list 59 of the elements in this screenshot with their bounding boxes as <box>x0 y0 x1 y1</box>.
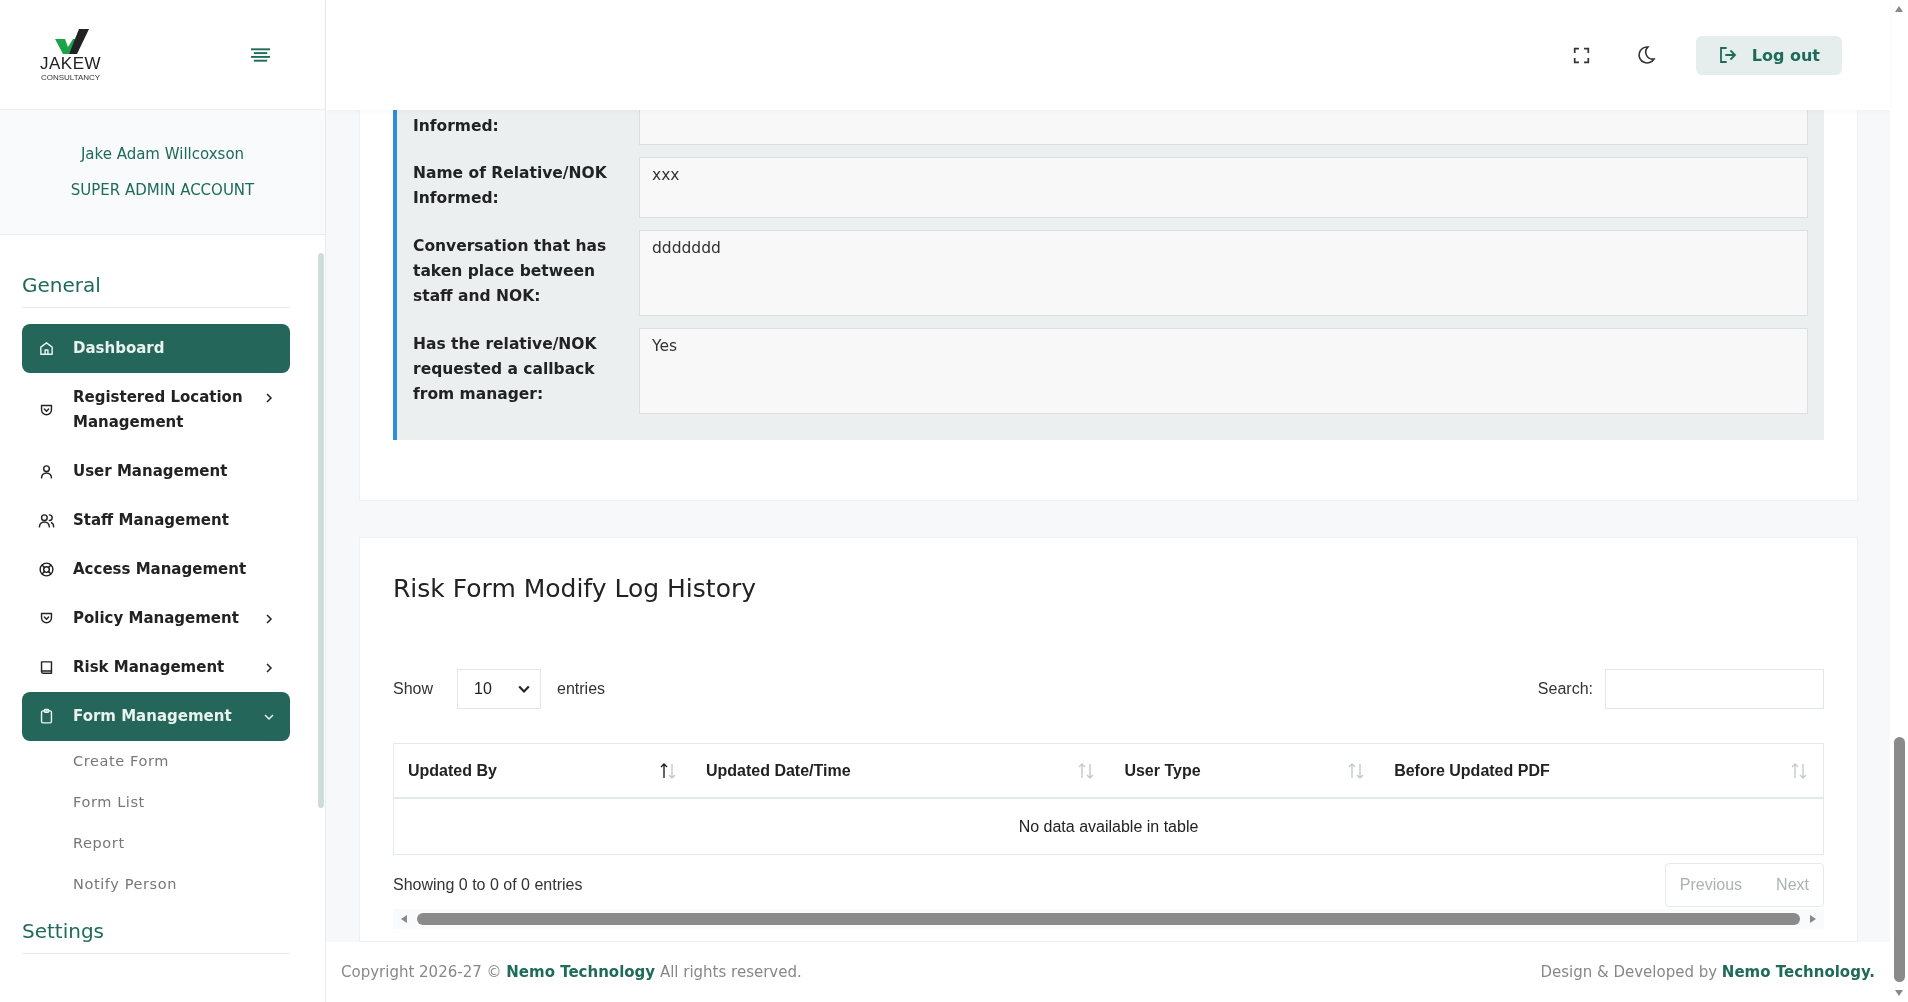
user-name: Jake Adam Willcoxson <box>79 144 246 164</box>
logout-icon <box>1717 45 1738 65</box>
company-logo: JAKEW CONSULTANCY <box>40 26 102 83</box>
caret-icon <box>518 683 531 695</box>
nav-item[interactable]: Registered Location Management <box>22 373 290 447</box>
copyright-text: Copyright 2026-27 © Nemo Technology All rights reserved. <box>341 963 802 981</box>
field-label: Name of Relative/NOK Informed: <box>413 163 608 209</box>
nav-item[interactable]: Risk Management <box>22 643 290 692</box>
nav-item[interactable]: Access Management <box>22 545 290 594</box>
field-value: ddddddd <box>639 230 1808 316</box>
user-icon <box>38 463 55 480</box>
fullscreen-icon[interactable] <box>1572 46 1590 64</box>
lifebuoy-icon <box>38 561 55 578</box>
nav-item[interactable]: Policy Management <box>22 594 290 643</box>
field-label: Informed: <box>413 116 500 137</box>
column-header[interactable]: User Type <box>1110 743 1381 798</box>
column-header[interactable]: Updated Date/Time <box>691 743 1111 798</box>
clipboard-icon <box>38 708 55 725</box>
scrollbar[interactable] <box>318 253 324 808</box>
scroll-left-icon[interactable] <box>399 914 409 924</box>
menu-icon[interactable] <box>251 47 270 62</box>
logout-button[interactable]: Log out <box>1695 35 1842 75</box>
submenu-item[interactable]: Notify Person <box>22 864 290 905</box>
field-label: Has the relative/NOK requested a callback from manager: <box>413 334 598 405</box>
nav-item[interactable]: User Management <box>22 447 290 496</box>
moon-icon[interactable] <box>1635 45 1656 65</box>
entries-label: entries <box>557 680 606 698</box>
page-size-select[interactable]: 10 <box>457 669 542 709</box>
scroll-down-icon[interactable] <box>1894 988 1904 998</box>
company-link[interactable]: Nemo Technology <box>506 963 656 981</box>
nav-item[interactable]: Dashboard <box>22 324 290 373</box>
scrollbar[interactable] <box>1893 737 1905 982</box>
column-header[interactable]: Updated By <box>393 743 692 798</box>
scroll-up-icon[interactable] <box>1894 4 1904 14</box>
home-icon <box>38 340 55 357</box>
section-heading: Settings <box>22 919 290 954</box>
book-icon <box>38 659 55 676</box>
field-value: Yes <box>639 328 1808 414</box>
company-link[interactable]: Nemo Technology. <box>1721 963 1875 981</box>
nav-item[interactable]: Form Management <box>22 692 290 741</box>
submenu-item[interactable]: Form List <box>22 782 290 823</box>
nav-item[interactable]: Staff Management <box>22 496 290 545</box>
submenu-item[interactable]: Create Form <box>22 741 290 782</box>
users-icon <box>38 512 55 529</box>
account-role: SUPER ADMIN ACCOUNT <box>69 180 256 200</box>
field-label: Conversation that has taken place between staff and NOK: <box>413 236 608 307</box>
credit-text: Design & Developed by Nemo Technology. <box>1540 963 1875 981</box>
submenu-item[interactable]: Report <box>22 823 290 864</box>
show-label: Show <box>393 680 434 698</box>
section-heading: General <box>22 273 290 308</box>
card-title: Risk Form Modify Log History <box>393 574 757 603</box>
empty-message: No data available in table <box>393 798 1824 855</box>
search-field[interactable] <box>1605 669 1824 709</box>
scroll-right-icon[interactable] <box>1808 914 1818 924</box>
scrollbar[interactable] <box>417 913 1800 925</box>
search-label: Search: <box>1537 680 1593 698</box>
table-info: Showing 0 to 0 of 0 entries <box>393 876 583 894</box>
column-header[interactable]: Before Updated PDF <box>1380 743 1824 798</box>
field-value: xxx <box>639 157 1808 218</box>
